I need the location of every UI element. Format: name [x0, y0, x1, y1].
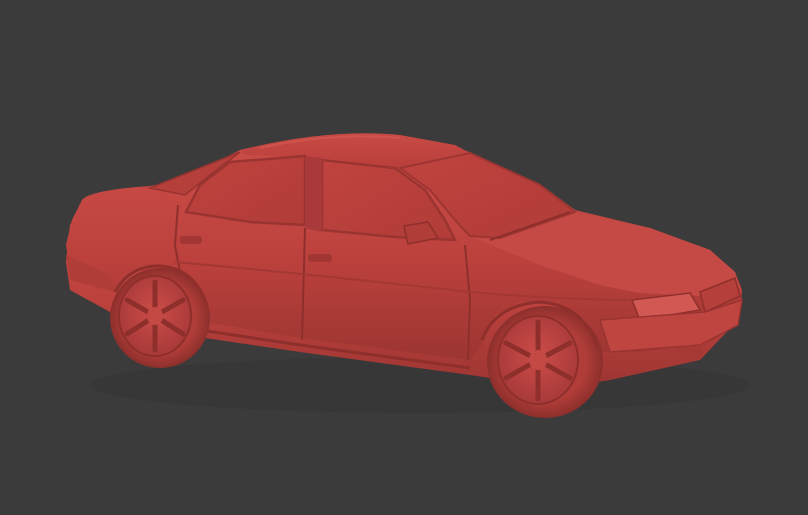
3d-viewport[interactable]: [0, 0, 808, 515]
car-fog-light: [678, 346, 702, 358]
car-model-render[interactable]: [0, 0, 808, 515]
car-b-pillar: [305, 156, 322, 232]
rear-door-handle: [180, 236, 202, 244]
front-door-handle: [308, 254, 332, 262]
